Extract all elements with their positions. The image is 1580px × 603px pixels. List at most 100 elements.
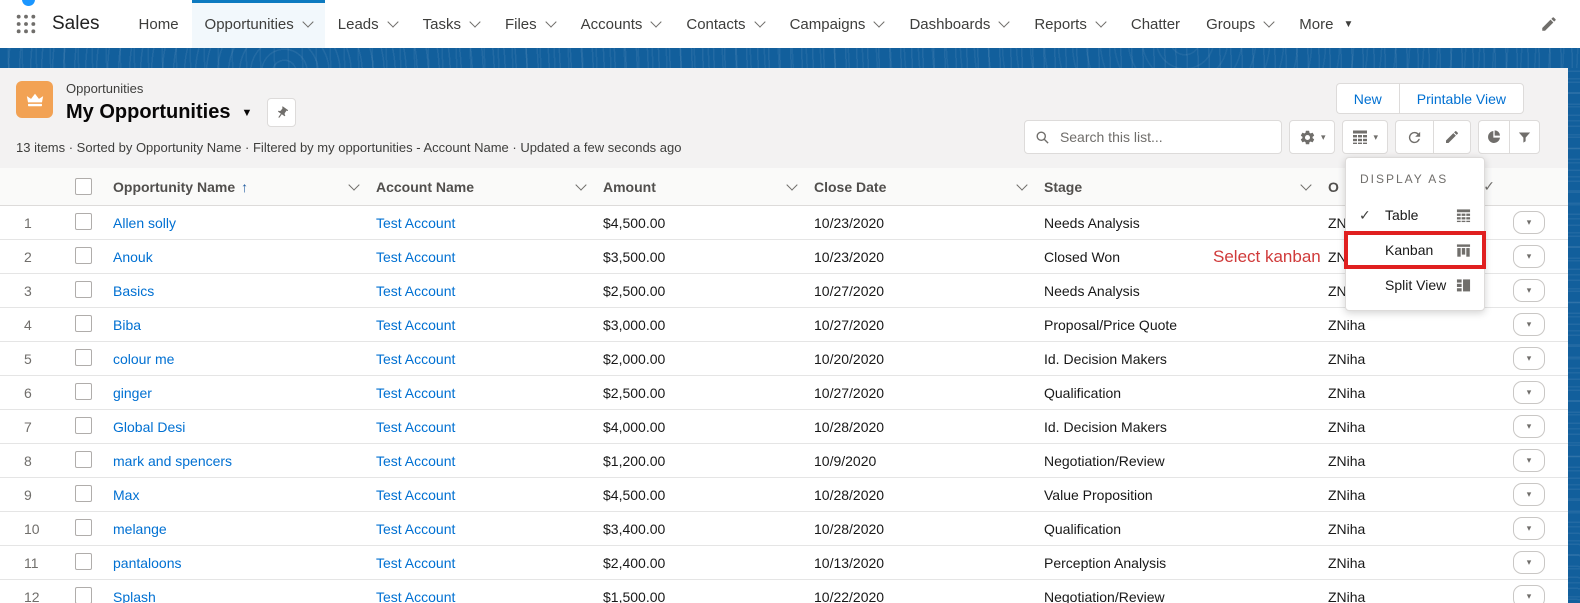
table-row: 3 Basics Test Account $2,500.00 10/27/2020 Ne… xyxy=(0,274,1568,308)
refresh-button[interactable] xyxy=(1395,120,1433,154)
opportunity-link[interactable]: Global Desi xyxy=(113,419,185,435)
row-checkbox[interactable] xyxy=(75,280,92,298)
row-checkbox[interactable] xyxy=(75,484,92,502)
list-controls: ▾ ▾ xyxy=(1023,120,1540,154)
opportunity-link[interactable]: melange xyxy=(113,521,167,537)
row-checkbox[interactable] xyxy=(75,450,92,468)
row-checkbox[interactable] xyxy=(75,416,92,434)
stage-cell: Needs Analysis xyxy=(1044,214,1140,231)
row-actions-button[interactable]: ▾ xyxy=(1513,483,1545,506)
chevron-down-icon[interactable] xyxy=(575,178,587,191)
row-actions-button[interactable]: ▾ xyxy=(1513,279,1545,302)
row-actions-button[interactable]: ▾ xyxy=(1513,347,1545,370)
search-input[interactable] xyxy=(1057,128,1271,146)
account-link[interactable]: Test Account xyxy=(376,555,455,571)
account-link[interactable]: Test Account xyxy=(376,215,455,231)
opportunity-link[interactable]: Splash xyxy=(113,589,156,603)
opportunity-link[interactable]: Anouk xyxy=(113,249,153,265)
list-settings-button[interactable]: ▾ xyxy=(1288,120,1336,154)
tab-accounts[interactable]: Accounts xyxy=(568,0,674,48)
menu-item-table[interactable]: ✓ Table xyxy=(1346,198,1484,232)
printable-view-button[interactable]: Printable View xyxy=(1398,83,1524,114)
row-checkbox[interactable] xyxy=(75,518,92,536)
row-actions-button[interactable]: ▾ xyxy=(1513,245,1545,268)
display-as-button[interactable]: ▾ xyxy=(1342,120,1388,154)
tab-dashboards[interactable]: Dashboards xyxy=(896,0,1021,48)
row-actions-button[interactable]: ▾ xyxy=(1513,517,1545,540)
column-close-date[interactable]: Close Date xyxy=(806,168,1036,205)
account-link[interactable]: Test Account xyxy=(376,317,455,333)
amount-cell: $3,500.00 xyxy=(603,248,666,265)
tab-tasks[interactable]: Tasks xyxy=(410,0,492,48)
opportunity-link[interactable]: mark and spencers xyxy=(113,453,232,469)
pin-list-button[interactable] xyxy=(267,98,297,127)
menu-item-kanban[interactable]: Kanban xyxy=(1344,231,1486,269)
row-checkbox[interactable] xyxy=(75,246,92,264)
account-link[interactable]: Test Account xyxy=(376,453,455,469)
app-launcher-icon[interactable] xyxy=(15,13,37,35)
column-select-all[interactable] xyxy=(60,168,105,205)
row-actions-button[interactable]: ▾ xyxy=(1513,313,1545,336)
account-link[interactable]: Test Account xyxy=(376,249,455,265)
tab-reports[interactable]: Reports xyxy=(1021,0,1118,48)
opportunity-link[interactable]: pantaloons xyxy=(113,555,182,571)
row-checkbox[interactable] xyxy=(75,382,92,400)
tab-campaigns[interactable]: Campaigns xyxy=(777,0,897,48)
opportunity-link[interactable]: ginger xyxy=(113,385,152,401)
refresh-edit-group xyxy=(1395,120,1471,154)
check-icon: ✓ xyxy=(1359,206,1371,223)
account-link[interactable]: Test Account xyxy=(376,589,455,603)
column-opportunity-name[interactable]: Opportunity Name ↑ xyxy=(105,168,368,205)
stage-cell: Value Proposition xyxy=(1044,486,1153,503)
row-actions-button[interactable]: ▾ xyxy=(1513,415,1545,438)
row-checkbox[interactable] xyxy=(75,552,92,570)
tab-leads[interactable]: Leads xyxy=(325,0,410,48)
table-row: 12 Splash Test Account $1,500.00 10/22/2020 N… xyxy=(0,580,1568,603)
tab-chatter[interactable]: Chatter xyxy=(1118,0,1193,48)
opportunity-link[interactable]: colour me xyxy=(113,351,174,367)
opportunity-link[interactable]: Basics xyxy=(113,283,154,299)
chevron-down-icon[interactable] xyxy=(1016,178,1028,191)
chevron-down-icon[interactable] xyxy=(348,178,360,191)
opportunity-link[interactable]: Max xyxy=(113,487,139,503)
account-link[interactable]: Test Account xyxy=(376,351,455,367)
chevron-down-icon[interactable] xyxy=(786,178,798,191)
row-actions-button[interactable]: ▾ xyxy=(1513,551,1545,574)
tab-home[interactable]: Home xyxy=(126,0,192,48)
new-button[interactable]: New xyxy=(1335,83,1399,114)
row-checkbox[interactable] xyxy=(75,348,92,366)
account-link[interactable]: Test Account xyxy=(376,521,455,537)
charts-button[interactable] xyxy=(1478,120,1509,154)
row-checkbox[interactable] xyxy=(75,586,92,603)
chevron-down-icon[interactable] xyxy=(1300,178,1312,191)
edit-list-button[interactable] xyxy=(1433,120,1471,154)
edit-pencil-icon[interactable] xyxy=(1540,15,1558,33)
amount-cell: $2,500.00 xyxy=(603,282,666,299)
tab-more[interactable]: More ▼ xyxy=(1286,0,1366,48)
row-number: 11 xyxy=(24,554,39,571)
column-account-name[interactable]: Account Name xyxy=(368,168,595,205)
account-link[interactable]: Test Account xyxy=(376,487,455,503)
filters-button[interactable] xyxy=(1509,120,1540,154)
row-checkbox[interactable] xyxy=(75,314,92,332)
tab-contacts[interactable]: Contacts xyxy=(673,0,776,48)
tab-files[interactable]: Files xyxy=(492,0,568,48)
account-link[interactable]: Test Account xyxy=(376,419,455,435)
row-actions-button[interactable]: ▾ xyxy=(1513,449,1545,472)
select-all-checkbox[interactable] xyxy=(75,178,92,195)
row-actions-button[interactable]: ▾ xyxy=(1513,211,1545,234)
column-amount[interactable]: Amount xyxy=(595,168,806,205)
account-link[interactable]: Test Account xyxy=(376,385,455,401)
opportunity-link[interactable]: Allen solly xyxy=(113,215,176,231)
row-actions-button[interactable]: ▾ xyxy=(1513,381,1545,404)
tab-groups[interactable]: Groups xyxy=(1193,0,1286,48)
row-checkbox[interactable] xyxy=(75,212,92,230)
column-stage[interactable]: Stage xyxy=(1036,168,1320,205)
row-number: 8 xyxy=(24,452,32,469)
menu-item-split-view[interactable]: Split View xyxy=(1346,268,1484,302)
opportunity-link[interactable]: Biba xyxy=(113,317,141,333)
list-view-selector-caret-icon[interactable]: ▼ xyxy=(241,107,252,119)
tab-opportunities[interactable]: Opportunities xyxy=(191,0,325,48)
row-actions-button[interactable]: ▾ xyxy=(1513,585,1545,603)
account-link[interactable]: Test Account xyxy=(376,283,455,299)
